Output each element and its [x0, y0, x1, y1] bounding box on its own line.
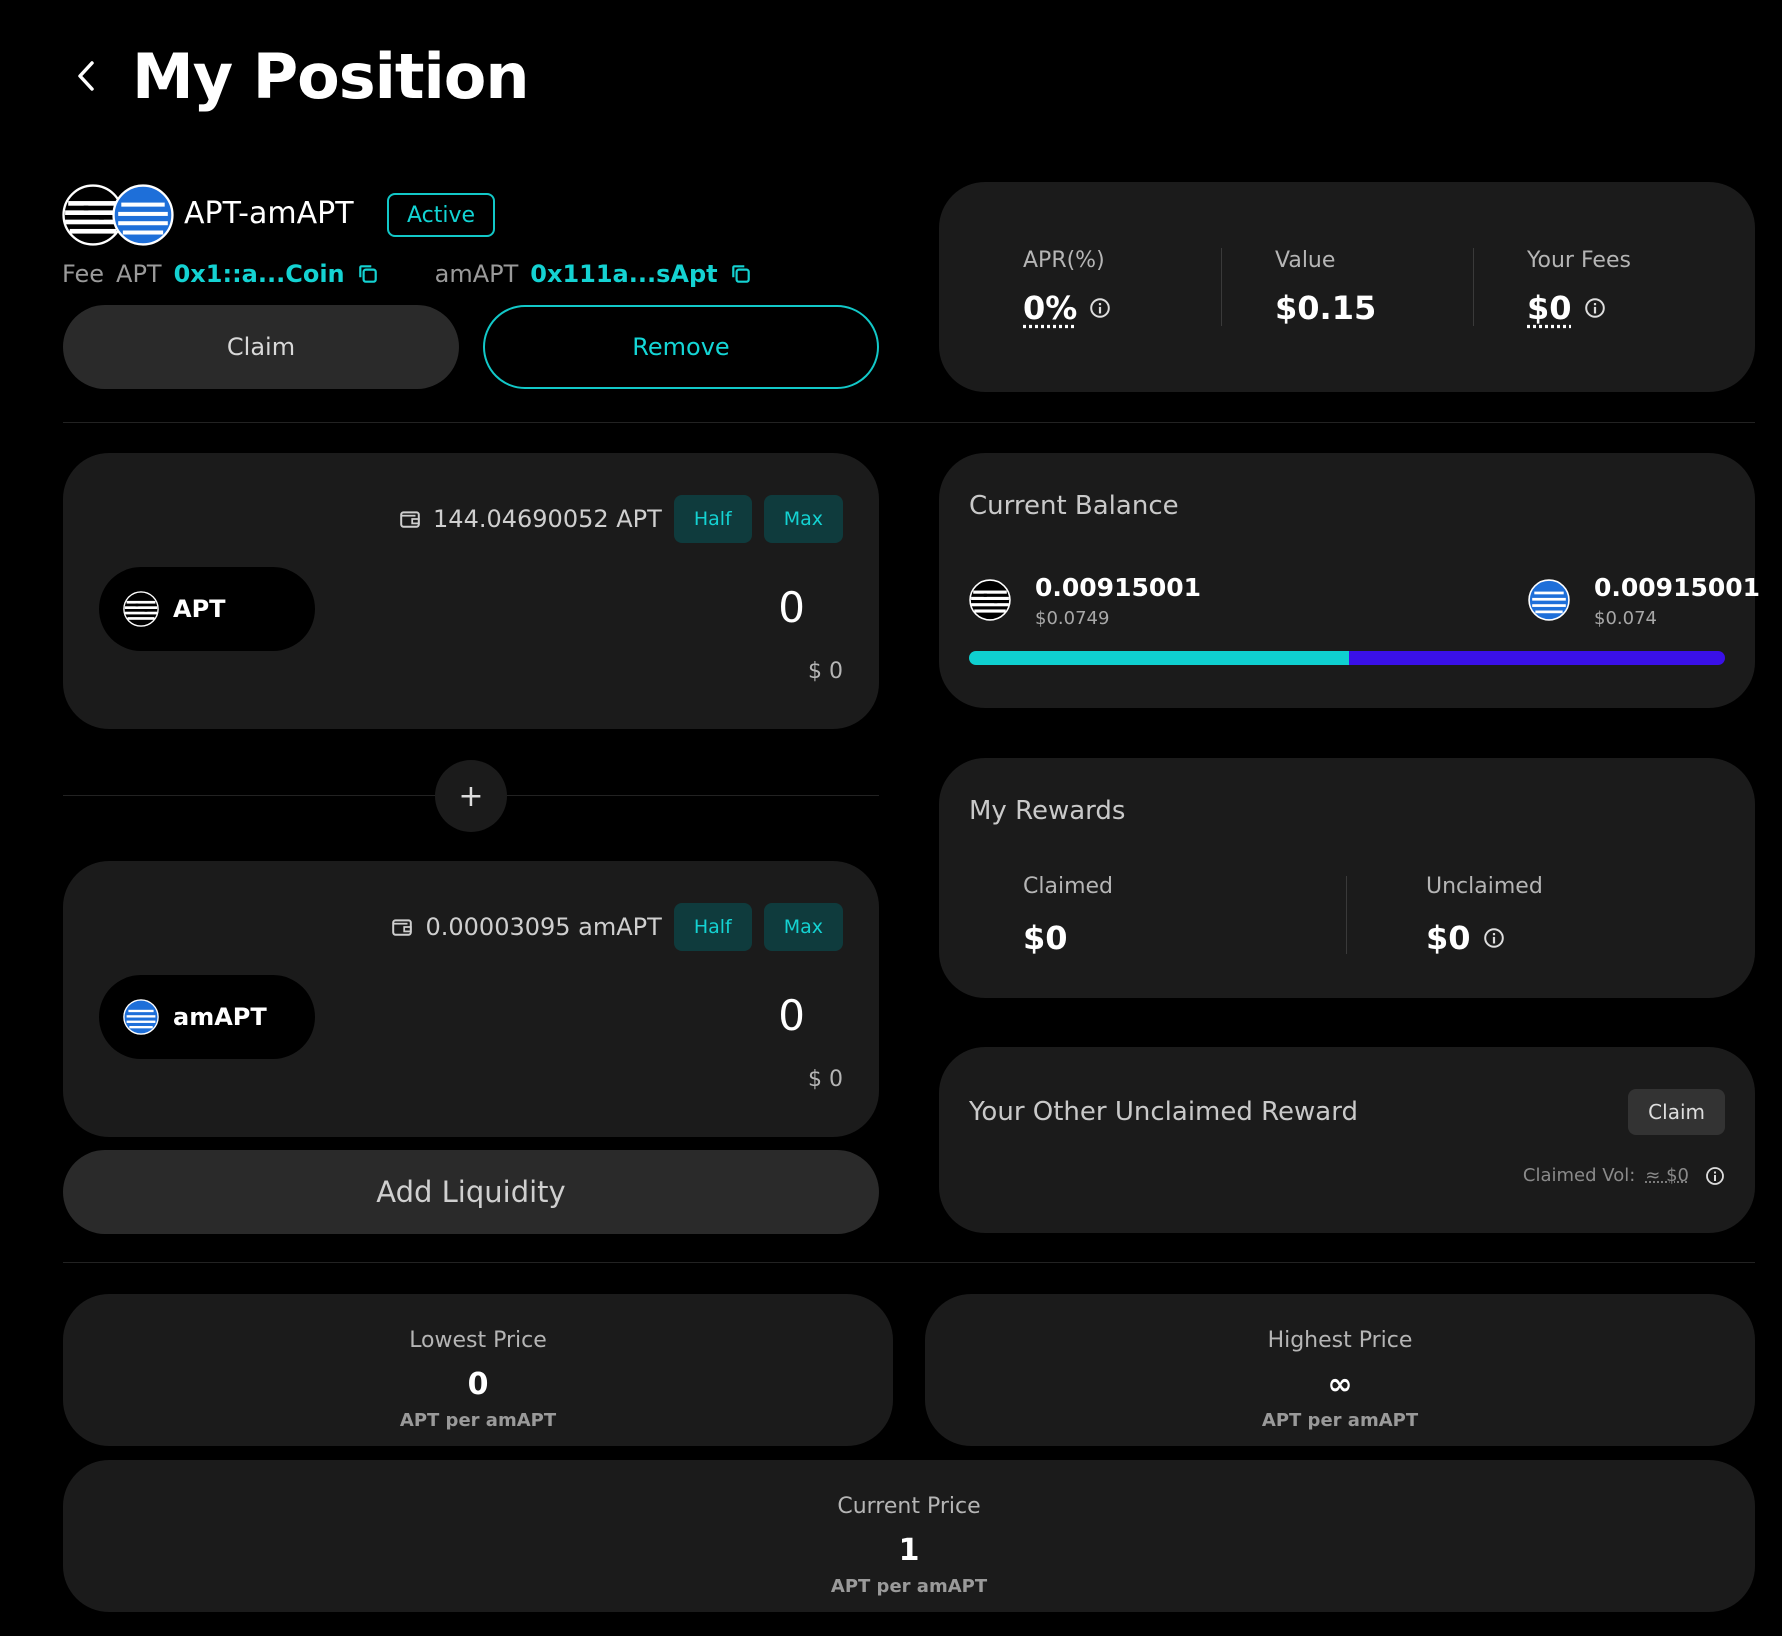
highest-price-card: Highest Price ∞ APT per amAPT	[925, 1294, 1755, 1446]
amapt-token-icon	[112, 184, 174, 246]
max-button[interactable]: Max	[763, 495, 843, 543]
claimed-vol-value[interactable]: ≈ $0	[1645, 1165, 1689, 1186]
current-price-value: 1	[898, 1533, 920, 1568]
balance-a-usd: $0.0749	[1035, 608, 1110, 629]
lowest-price-unit: APT per amAPT	[399, 1410, 557, 1431]
other-unclaimed-title: Your Other Unclaimed Reward	[969, 1097, 1358, 1127]
amount-usd: $ 0	[808, 659, 843, 684]
amapt-token-icon	[123, 999, 159, 1035]
back-button[interactable]	[66, 56, 106, 96]
wallet-balance: 0.00003095 amAPT	[425, 913, 662, 941]
balance-b-amount: 0.00915001	[1594, 573, 1761, 602]
plus-button[interactable]: +	[435, 760, 507, 832]
token-b-address[interactable]: 0x111a...sApt	[530, 260, 717, 288]
apt-token-icon	[969, 579, 1011, 621]
balance-row: 0.00003095 amAPT Half Max	[391, 903, 843, 951]
token-symbol: amAPT	[173, 1003, 267, 1031]
apr-stat: APR(%) 0%	[1023, 248, 1111, 327]
status-badge: Active	[387, 193, 496, 237]
amapt-token-icon	[1528, 579, 1570, 621]
amount-input[interactable]: 0	[778, 583, 805, 632]
balance-bar-apt	[969, 651, 1350, 665]
apr-info-button[interactable]	[1089, 297, 1111, 319]
fee-row: Fee APT 0x1::a...Coin amAPT 0x111a...sAp…	[62, 260, 752, 288]
copy-icon	[730, 263, 752, 285]
value-label: Value	[1275, 248, 1336, 273]
page-title: My Position	[132, 40, 530, 113]
info-icon	[1483, 927, 1505, 949]
balance-ratio-bar	[969, 651, 1725, 665]
token-symbol: APT	[173, 595, 226, 623]
highest-price-unit: APT per amAPT	[1261, 1410, 1419, 1431]
fees-stat: Your Fees $0	[1527, 248, 1631, 327]
current-balance-title: Current Balance	[969, 491, 1179, 521]
lowest-price-card: Lowest Price 0 APT per amAPT	[63, 1294, 893, 1446]
wallet-icon	[399, 508, 421, 530]
current-balance-card: Current Balance 0.00915001 $0.0749 0.009…	[939, 453, 1760, 708]
fees-info-button[interactable]	[1584, 297, 1606, 319]
balance-bar-amapt	[1349, 651, 1725, 665]
balance-row: 144.04690052 APT Half Max	[399, 495, 843, 543]
claimed-label: Claimed	[1023, 874, 1113, 899]
half-button[interactable]: Half	[673, 495, 752, 543]
current-price-unit: APT per amAPT	[830, 1576, 988, 1597]
value-stat: Value $0.15	[1275, 248, 1376, 327]
claimed-value: $0	[1023, 919, 1068, 957]
max-button[interactable]: Max	[763, 903, 843, 951]
balance-b-usd: $0.074	[1594, 608, 1657, 629]
other-claim-button[interactable]: Claim	[1628, 1089, 1725, 1135]
apr-value[interactable]: 0%	[1023, 289, 1077, 327]
add-liquidity-button[interactable]: Add Liquidity	[63, 1150, 879, 1234]
claim-button[interactable]: Claim	[63, 305, 459, 389]
wallet-icon	[391, 916, 413, 938]
lowest-price-label: Lowest Price	[409, 1328, 547, 1353]
unclaimed-info-button[interactable]	[1483, 927, 1505, 949]
copy-token-a-button[interactable]	[357, 263, 379, 285]
claimed-vol-info-button[interactable]	[1705, 1166, 1725, 1186]
amount-input[interactable]: 0	[778, 991, 805, 1040]
unclaimed-value: $0	[1426, 919, 1471, 957]
my-rewards-card: My Rewards Claimed $0 Unclaimed $0	[939, 758, 1755, 998]
pair-token-icons	[62, 184, 174, 246]
lowest-price-value: 0	[467, 1367, 489, 1402]
apr-label: APR(%)	[1023, 248, 1105, 273]
position-stats-card: APR(%) 0% Value $0.15 Your Fees $0	[939, 182, 1755, 392]
pair-name: APT-amAPT	[184, 196, 354, 231]
claimed-rewards: Claimed $0	[1023, 874, 1113, 957]
fee-label: Fee	[62, 260, 105, 288]
my-rewards-title: My Rewards	[969, 796, 1126, 826]
other-unclaimed-card: Your Other Unclaimed Reward Claim Claime…	[939, 1047, 1755, 1233]
token-selector-amapt[interactable]: amAPT	[99, 975, 315, 1059]
token-b-label: amAPT	[434, 260, 519, 288]
chevron-left-icon	[78, 61, 94, 91]
token-input-card-amapt: 0.00003095 amAPT Half Max amAPT 0 $ 0	[63, 861, 879, 1137]
value-value: $0.15	[1275, 289, 1377, 327]
remove-button[interactable]: Remove	[483, 305, 879, 389]
info-icon	[1705, 1166, 1725, 1186]
claimed-vol: Claimed Vol: ≈ $0	[1523, 1165, 1725, 1186]
claimed-vol-label: Claimed Vol:	[1522, 1165, 1636, 1186]
current-price-card: Current Price 1 APT per amAPT	[63, 1460, 1755, 1612]
wallet-balance: 144.04690052 APT	[433, 505, 662, 533]
amount-usd: $ 0	[808, 1067, 843, 1092]
fees-label: Your Fees	[1527, 248, 1631, 273]
fees-value[interactable]: $0	[1527, 289, 1572, 327]
copy-token-b-button[interactable]	[730, 263, 752, 285]
half-button[interactable]: Half	[673, 903, 752, 951]
token-a-label: APT	[116, 260, 162, 288]
unclaimed-label: Unclaimed	[1426, 874, 1543, 899]
token-a-address[interactable]: 0x1::a...Coin	[174, 260, 345, 288]
current-price-label: Current Price	[837, 1494, 981, 1519]
unclaimed-rewards: Unclaimed $0	[1426, 874, 1543, 957]
token-selector-apt[interactable]: APT	[99, 567, 315, 651]
token-input-card-apt: 144.04690052 APT Half Max APT 0 $ 0	[63, 453, 879, 729]
apt-token-icon	[123, 591, 159, 627]
copy-icon	[357, 263, 379, 285]
highest-price-label: Highest Price	[1267, 1328, 1413, 1353]
info-icon	[1089, 297, 1111, 319]
info-icon	[1584, 297, 1606, 319]
balance-a-amount: 0.00915001	[1035, 573, 1202, 602]
highest-price-value: ∞	[1327, 1367, 1353, 1402]
